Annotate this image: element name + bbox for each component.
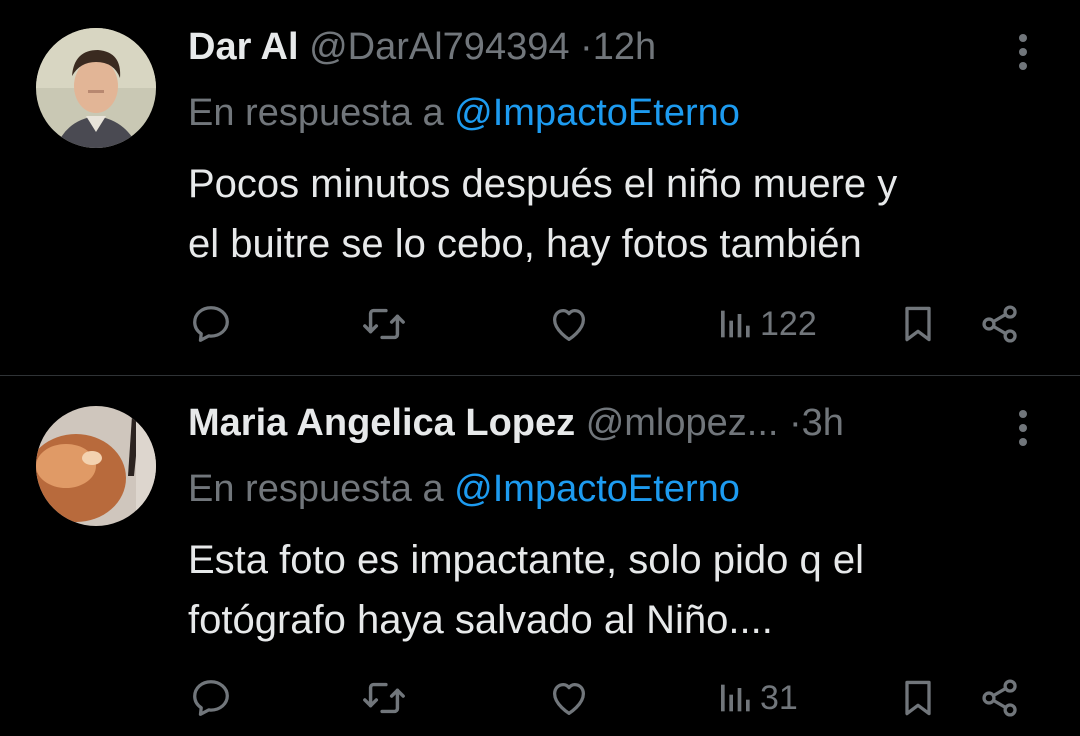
retweet-button[interactable] bbox=[360, 296, 408, 352]
tweet-text-line: fotógrafo haya salvado al Niño.... bbox=[188, 598, 773, 642]
like-icon bbox=[552, 682, 586, 715]
more-icon[interactable] bbox=[1008, 406, 1038, 450]
author-name[interactable]: Maria Angelica Lopez bbox=[188, 402, 575, 444]
reply-prefix: En respuesta a bbox=[188, 92, 444, 134]
avatar[interactable] bbox=[36, 406, 156, 526]
more-icon[interactable] bbox=[1008, 30, 1038, 74]
reply-icon bbox=[193, 306, 229, 342]
bookmark-icon bbox=[905, 680, 931, 716]
separator: · bbox=[789, 402, 802, 444]
author-handle[interactable]: @DarAl794394 bbox=[309, 26, 569, 68]
timestamp[interactable]: 12h bbox=[593, 26, 656, 68]
share-button[interactable] bbox=[978, 296, 1022, 352]
bookmark-button[interactable] bbox=[896, 296, 940, 352]
reply-button[interactable] bbox=[188, 296, 234, 352]
share-button[interactable] bbox=[978, 670, 1022, 726]
tweet[interactable]: Maria Angelica Lopez @mlopez... ·3h En r… bbox=[0, 376, 1080, 736]
author-name[interactable]: Dar Al bbox=[188, 26, 299, 68]
views-button[interactable]: 122 bbox=[716, 296, 817, 352]
timestamp[interactable]: 3h bbox=[802, 402, 844, 444]
views-button[interactable]: 31 bbox=[716, 670, 798, 726]
reply-prefix: En respuesta a bbox=[188, 468, 444, 510]
like-button[interactable] bbox=[546, 296, 592, 352]
reply-context: En respuesta a @ImpactoEterno bbox=[188, 464, 740, 514]
tweet-text-line: Pocos minutos después el niño muere y bbox=[188, 162, 898, 206]
bookmark-icon bbox=[905, 306, 931, 342]
avatar[interactable] bbox=[36, 28, 156, 148]
retweet-icon bbox=[363, 682, 405, 714]
action-bar: 122 bbox=[188, 296, 1028, 352]
views-icon bbox=[721, 684, 750, 712]
views-count: 31 bbox=[760, 678, 798, 717]
reply-icon bbox=[193, 680, 229, 716]
like-button[interactable] bbox=[546, 670, 592, 726]
tweet-text-line: el buitre se lo cebo, hay fotos también bbox=[188, 222, 862, 266]
tweet-text: Pocos minutos después el niño muere y el… bbox=[188, 154, 1048, 274]
retweet-button[interactable] bbox=[360, 670, 408, 726]
tweet-text-line: Esta foto es impactante, solo pido q el bbox=[188, 538, 864, 582]
share-icon bbox=[982, 679, 1017, 717]
reply-mention-link[interactable]: @ImpactoEterno bbox=[454, 468, 740, 510]
views-icon bbox=[721, 310, 750, 338]
like-icon bbox=[552, 308, 586, 341]
share-icon bbox=[982, 305, 1017, 343]
reply-button[interactable] bbox=[188, 670, 234, 726]
action-bar: 31 bbox=[188, 670, 1028, 726]
tweet-text: Esta foto es impactante, solo pido q el … bbox=[188, 530, 1048, 650]
reply-mention-link[interactable]: @ImpactoEterno bbox=[454, 92, 740, 134]
tweet-header: Dar Al @DarAl794394 ·12h bbox=[188, 22, 656, 72]
bookmark-button[interactable] bbox=[896, 670, 940, 726]
retweet-icon bbox=[363, 308, 405, 340]
author-handle[interactable]: @mlopez... bbox=[586, 402, 779, 444]
tweet[interactable]: Dar Al @DarAl794394 ·12h En respuesta a … bbox=[0, 0, 1080, 375]
tweet-header: Maria Angelica Lopez @mlopez... ·3h bbox=[188, 398, 844, 448]
views-count: 122 bbox=[760, 304, 817, 343]
separator: · bbox=[580, 26, 593, 68]
reply-context: En respuesta a @ImpactoEterno bbox=[188, 88, 740, 138]
